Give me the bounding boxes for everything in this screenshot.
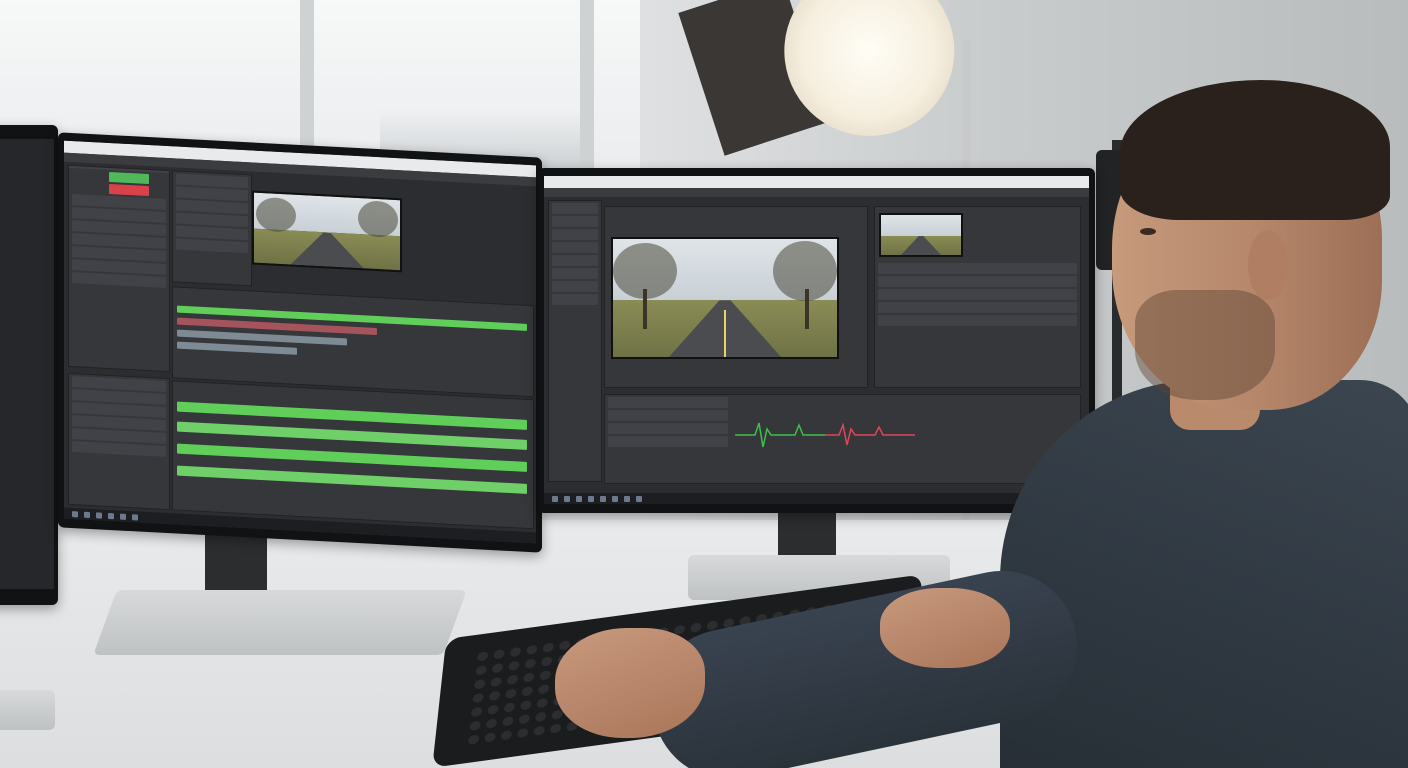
left-monitor: [58, 132, 542, 553]
far-left-monitor: [0, 125, 58, 605]
left-monitor-screen: [64, 140, 536, 544]
app-icon[interactable]: [600, 495, 606, 502]
app-icon[interactable]: [96, 511, 102, 519]
app-icon[interactable]: [612, 495, 618, 502]
audio-track-header[interactable]: [608, 397, 728, 408]
app-icon[interactable]: [84, 511, 90, 518]
tree-item[interactable]: [552, 242, 598, 253]
media-item[interactable]: [176, 225, 248, 241]
right-menubar: [544, 188, 1089, 197]
effect-item[interactable]: [72, 441, 166, 457]
tree-item[interactable]: [552, 203, 598, 214]
video-sky: [881, 215, 961, 236]
app-icon[interactable]: [564, 495, 570, 502]
app-icon[interactable]: [588, 495, 594, 502]
tree-item[interactable]: [552, 281, 598, 292]
person-beard: [1135, 290, 1275, 400]
media-item[interactable]: [176, 238, 248, 254]
left-monitor-base: [93, 590, 467, 655]
person-left-hand: [555, 628, 705, 738]
right-taskbar: [544, 493, 1089, 504]
bin-item-highlight[interactable]: [109, 183, 149, 197]
source-thumbnail[interactable]: [879, 213, 963, 257]
inspector-row[interactable]: [878, 302, 1077, 313]
person-torso: [1000, 380, 1408, 768]
app-icon[interactable]: [120, 513, 126, 520]
media-item[interactable]: [176, 186, 248, 202]
app-icon[interactable]: [108, 512, 114, 519]
audio-track-header[interactable]: [608, 410, 728, 421]
person-right-hand: [880, 588, 1010, 668]
bin-item-highlight[interactable]: [109, 171, 149, 185]
media-item[interactable]: [176, 173, 248, 189]
tree-item[interactable]: [552, 294, 598, 305]
app-icon[interactable]: [636, 495, 642, 502]
left-timeline-lower[interactable]: [172, 380, 534, 530]
person-hair: [1120, 80, 1390, 220]
bin-item[interactable]: [72, 272, 166, 288]
inspector-row[interactable]: [878, 263, 1077, 274]
right-inspector-panel: [874, 206, 1081, 388]
audio-track-header[interactable]: [608, 436, 728, 447]
inspector-row[interactable]: [878, 289, 1077, 300]
audio-waveform: [735, 422, 915, 448]
right-file-tree: [548, 200, 602, 482]
video-tree-trunk: [805, 289, 809, 329]
person-ear: [1248, 230, 1288, 300]
app-icon[interactable]: [576, 495, 582, 502]
person-eye: [1140, 228, 1156, 235]
left-media-list: [172, 170, 252, 287]
timeline-clip[interactable]: [177, 341, 297, 355]
right-audio-timeline[interactable]: [604, 394, 1081, 484]
tree-item[interactable]: [552, 268, 598, 279]
timeline-clip[interactable]: [177, 465, 527, 494]
tree-item[interactable]: [552, 255, 598, 266]
audio-track-header[interactable]: [608, 423, 728, 434]
app-icon[interactable]: [552, 495, 558, 502]
right-program-panel: [604, 206, 868, 388]
right-program-monitor[interactable]: [611, 237, 839, 359]
left-program-monitor[interactable]: [252, 190, 402, 273]
app-icon[interactable]: [72, 510, 78, 517]
video-tree-trunk: [643, 289, 647, 329]
far-left-monitor-base: [0, 690, 55, 730]
video-road-line: [723, 309, 727, 357]
inspector-row[interactable]: [878, 315, 1077, 326]
left-effects-panel: [68, 372, 170, 511]
app-icon[interactable]: [624, 495, 630, 502]
inspector-row[interactable]: [878, 276, 1077, 287]
left-project-panel: [68, 164, 170, 373]
photo-scene: [0, 0, 1408, 768]
left-timeline-upper[interactable]: [172, 286, 534, 398]
media-item[interactable]: [176, 199, 248, 215]
media-item[interactable]: [176, 212, 248, 228]
right-titlebar: [544, 176, 1089, 188]
app-icon[interactable]: [132, 513, 138, 521]
far-left-screen: [0, 139, 54, 589]
right-monitor: [538, 168, 1095, 513]
right-monitor-screen: [544, 176, 1089, 504]
tree-item[interactable]: [552, 229, 598, 240]
tree-item[interactable]: [552, 216, 598, 227]
